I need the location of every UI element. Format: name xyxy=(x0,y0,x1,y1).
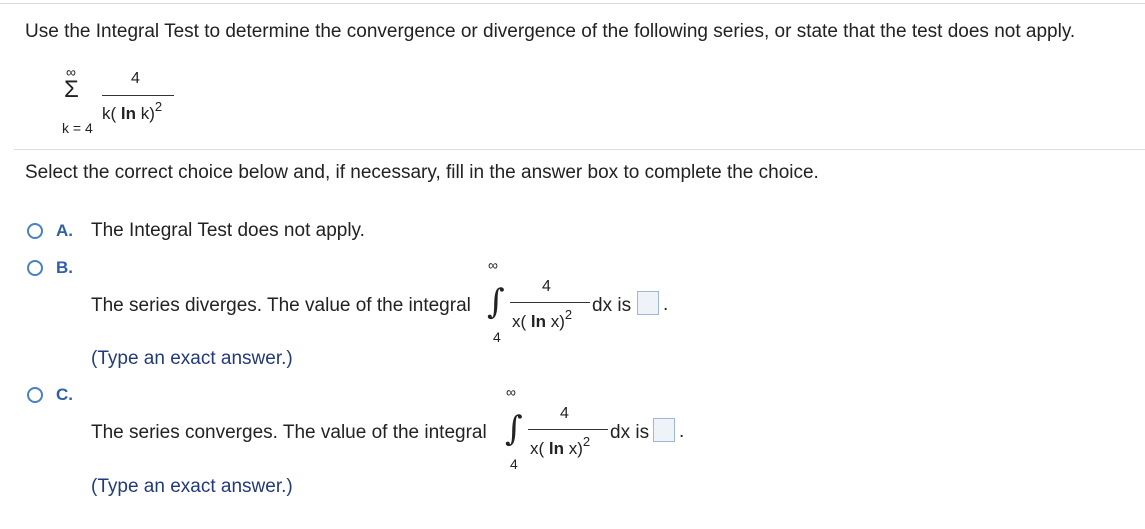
integral-den-suffix-b: x) xyxy=(550,312,565,331)
question-prompt: Use the Integral Test to determine the c… xyxy=(25,21,1076,42)
series-denominator: k( ln k)2 xyxy=(102,99,162,124)
choice-c-text: The series converges. The value of the i… xyxy=(91,422,487,443)
dx-is-label-c: dx is xyxy=(610,422,650,443)
integral-den-prefix-c: x( xyxy=(530,439,545,458)
choice-letter-c: C. xyxy=(56,385,73,404)
series-den-ln: ln xyxy=(120,104,137,123)
section-divider xyxy=(14,149,1145,150)
series-exponent: 2 xyxy=(154,99,163,114)
integral-upper-limit-b: ∞ xyxy=(488,257,498,273)
integral-denominator-c: x( ln x)2 xyxy=(530,434,590,459)
integral-lower-limit-c: 4 xyxy=(510,456,518,472)
period-b: . xyxy=(663,294,669,315)
top-divider xyxy=(0,3,1145,4)
integral-numerator-c: 4 xyxy=(560,405,569,422)
series-numerator: 4 xyxy=(131,70,140,87)
hint-text-b: (Type an exact answer.) xyxy=(91,348,293,369)
period-c: . xyxy=(679,421,685,442)
integral-icon-c: ∫ xyxy=(505,409,523,449)
integral-den-ln-b: ln xyxy=(530,312,547,331)
integral-icon-b: ∫ xyxy=(487,282,505,322)
series-fraction-bar xyxy=(102,95,174,96)
sigma-symbol: Σ xyxy=(64,76,79,103)
dx-is-label-b: dx is xyxy=(592,295,632,316)
integral-denominator-b: x( ln x)2 xyxy=(512,307,572,332)
integral-exponent-c: 2 xyxy=(582,434,591,449)
integral-fraction-bar-c xyxy=(528,429,608,430)
hint-text-c: (Type an exact answer.) xyxy=(91,476,293,497)
radio-button-b[interactable] xyxy=(27,260,43,276)
series-lower-limit: k = 4 xyxy=(62,120,93,136)
radio-button-a[interactable] xyxy=(27,223,43,239)
integral-lower-limit-b: 4 xyxy=(493,329,501,345)
choice-a-text: The Integral Test does not apply. xyxy=(91,220,365,241)
integral-den-prefix-b: x( xyxy=(512,312,527,331)
integral-den-suffix-c: x) xyxy=(568,439,583,458)
instructions-text: Select the correct choice below and, if … xyxy=(25,162,819,183)
integral-exponent-b: 2 xyxy=(564,307,573,322)
integral-upper-limit-c: ∞ xyxy=(506,384,516,400)
integral-fraction-bar-b xyxy=(510,302,590,303)
integral-numerator-b: 4 xyxy=(542,278,551,295)
radio-button-c[interactable] xyxy=(27,387,43,403)
series-den-prefix: k( xyxy=(102,104,117,123)
choice-letter-a: A. xyxy=(56,221,73,240)
series-den-suffix: k) xyxy=(140,104,155,123)
integral-den-ln-c: ln xyxy=(548,439,565,458)
answer-input-c[interactable] xyxy=(653,418,675,442)
answer-input-b[interactable] xyxy=(637,291,659,315)
choice-b-text: The series diverges. The value of the in… xyxy=(91,295,471,316)
choice-letter-b: B. xyxy=(56,258,73,277)
